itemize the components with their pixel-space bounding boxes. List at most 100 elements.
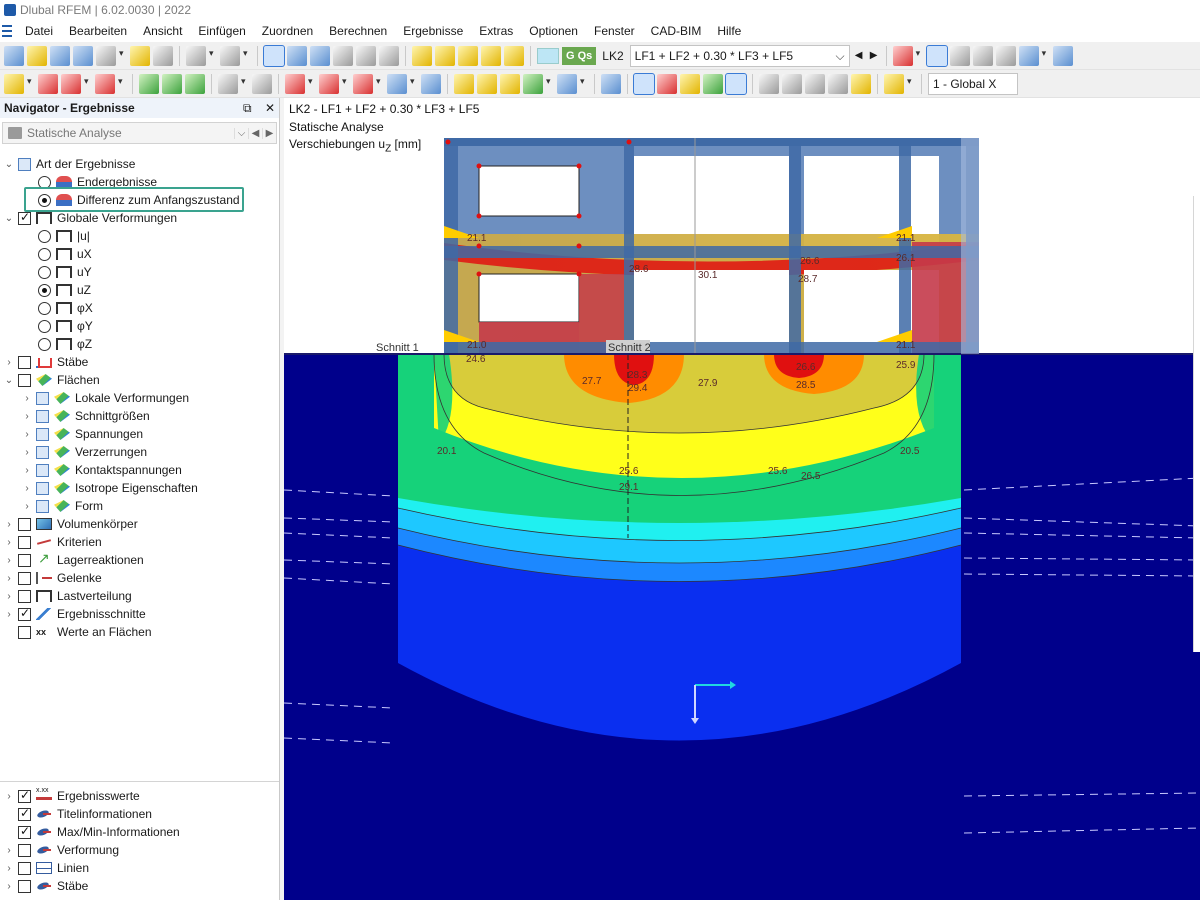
surface-load-icon[interactable] [353, 73, 373, 94]
view-select[interactable]: 1 - Global X [928, 72, 1018, 95]
tree-checkbox[interactable] [18, 843, 31, 857]
open-webservice-icon[interactable] [50, 45, 70, 66]
line-support-icon[interactable] [162, 73, 182, 94]
expand-icon[interactable]: › [4, 519, 14, 530]
node-dropdown-icon[interactable] [27, 76, 35, 88]
member-set-icon[interactable] [95, 73, 115, 94]
menu-bearbeiten[interactable]: Bearbeiten [61, 20, 135, 42]
support-results-icon[interactable] [523, 73, 543, 94]
lines-display-2-icon[interactable] [782, 73, 802, 94]
tree-checkbox[interactable] [36, 391, 49, 405]
section-results-icon[interactable] [557, 73, 577, 94]
tree-values-on-surfaces[interactable]: Werte an Flächen [4, 623, 152, 641]
tree-checkbox[interactable] [18, 879, 31, 893]
surface-results-icon[interactable] [500, 73, 520, 94]
surface-load-dropdown-icon[interactable] [376, 76, 384, 88]
tree-checkbox[interactable] [18, 625, 31, 639]
expand-icon[interactable]: › [22, 411, 32, 422]
deformation-curve-icon[interactable] [657, 73, 677, 94]
filter-dropdown-icon[interactable] [916, 48, 924, 60]
pin-icon[interactable]: ⧉ [243, 101, 252, 115]
result-tables-icon[interactable] [481, 45, 501, 66]
tree-checkbox[interactable] [36, 499, 49, 513]
tree-checkbox[interactable] [18, 373, 31, 387]
color-scale-dropdown-icon[interactable] [907, 76, 915, 88]
section-results-dropdown-icon[interactable] [580, 76, 588, 88]
script-icon[interactable] [356, 45, 376, 66]
result-diagrams-icon[interactable] [504, 45, 524, 66]
collapse-icon[interactable]: ⌄ [4, 375, 14, 386]
smooth-icon[interactable] [851, 73, 871, 94]
expand-icon[interactable]: › [4, 591, 14, 602]
deformation-frame-icon[interactable] [633, 72, 655, 95]
visibility-dropdown-icon[interactable] [1042, 48, 1050, 60]
expand-icon[interactable]: › [22, 465, 32, 476]
line-icon[interactable] [38, 73, 58, 94]
menu-berechnen[interactable]: Berechnen [321, 20, 395, 42]
tree-stresses[interactable]: › Spannungen [22, 425, 143, 443]
chevron-right-icon[interactable]: ▶ [262, 127, 276, 139]
tree-load-distribution[interactable]: › Lastverteilung [4, 587, 131, 605]
tree-maxmin-info[interactable]: Max/Min-Informationen [4, 823, 180, 841]
collapse-icon[interactable]: ⌄ [4, 159, 14, 170]
nodal-support-icon[interactable] [139, 73, 159, 94]
tree-checkbox[interactable] [18, 589, 31, 603]
tree-isotropic-properties[interactable]: › Isotrope Eigenschaften [22, 479, 197, 497]
calculate-all-icon[interactable] [435, 45, 455, 66]
navigator-toggle-icon[interactable] [263, 44, 285, 67]
undo-icon[interactable] [186, 45, 206, 66]
visibility-icon[interactable] [1018, 45, 1039, 66]
tree-checkbox[interactable] [36, 463, 49, 477]
tree-u-abs[interactable]: |u| [38, 227, 90, 245]
tree-contact-stresses[interactable]: › Kontaktspannungen [22, 461, 181, 479]
tree-checkbox[interactable] [18, 210, 31, 225]
tree-phix[interactable]: φX [38, 299, 93, 317]
result-values-dropdown-icon[interactable] [995, 45, 1016, 66]
color-scale-icon[interactable] [884, 73, 904, 94]
lines-display-3-icon[interactable] [805, 73, 825, 94]
save-icon[interactable] [73, 45, 93, 66]
funnel-filter-icon[interactable] [601, 73, 621, 94]
member-load-icon[interactable] [319, 73, 339, 94]
lines-display-icon[interactable] [759, 73, 779, 94]
expand-icon[interactable]: › [22, 393, 32, 404]
menu-hilfe[interactable]: Hilfe [709, 20, 749, 42]
member-load-dropdown-icon[interactable] [342, 76, 350, 88]
filter-results-icon[interactable] [892, 45, 913, 66]
section-label-2[interactable]: Schnitt 2 [608, 342, 651, 354]
analysis-type-select[interactable]: Statische Analyse ⌵ ◀ ▶ [2, 122, 277, 144]
expand-icon[interactable]: › [4, 555, 14, 566]
tree-result-values[interactable]: › Ergebnisswerte [4, 787, 139, 805]
member-icon[interactable] [61, 73, 81, 94]
result-values-icon[interactable] [949, 45, 970, 66]
hamburger-menu-icon[interactable] [2, 25, 12, 37]
tree-radio[interactable] [38, 319, 51, 333]
tree-support-reactions[interactable]: › Lagerreaktionen [4, 550, 143, 569]
tree-radio[interactable] [38, 247, 51, 261]
expand-icon[interactable]: › [4, 791, 14, 802]
tree-hinges[interactable]: › Gelenke [4, 569, 101, 587]
deformation-icon[interactable] [454, 73, 474, 94]
model-viewport[interactable]: Schnitt 1 Schnitt 2 21.1 28.6 30.1 26.6 … [284, 98, 1200, 900]
menu-datei[interactable]: Datei [17, 20, 61, 42]
collapse-icon[interactable]: ⌄ [4, 213, 14, 224]
tree-checkbox[interactable] [36, 445, 49, 459]
tree-uy[interactable]: uY [38, 263, 92, 281]
tree-strains[interactable]: › Verzerrungen [22, 443, 147, 461]
surface-support-icon[interactable] [185, 73, 205, 94]
redo-icon[interactable] [220, 45, 240, 66]
node-icon[interactable] [4, 73, 24, 94]
menu-cad-bim[interactable]: CAD-BIM [643, 20, 710, 42]
imposed-load-icon[interactable] [421, 73, 441, 94]
menu-zuordnen[interactable]: Zuordnen [254, 20, 321, 42]
expand-icon[interactable]: › [4, 881, 14, 892]
tree-title-info[interactable]: Titelinformationen [4, 805, 152, 823]
tree-radio[interactable] [38, 283, 51, 297]
console-icon[interactable] [333, 45, 353, 66]
expand-icon[interactable]: › [4, 357, 14, 368]
lines-display-4-icon[interactable] [828, 73, 848, 94]
tree-checkbox[interactable] [18, 861, 31, 875]
tree-radio[interactable] [38, 301, 51, 315]
tree-criteria[interactable]: › Kriterien [4, 533, 101, 551]
section-label-1[interactable]: Schnitt 1 [376, 342, 419, 354]
